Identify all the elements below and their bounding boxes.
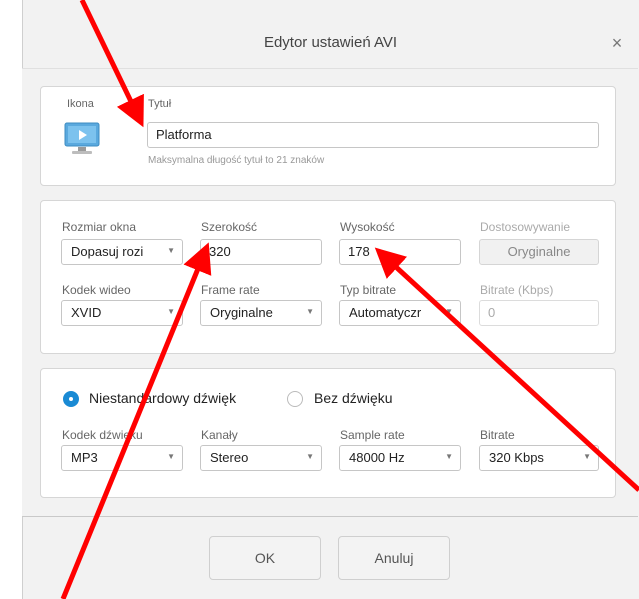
height-input[interactable]: 178	[339, 239, 461, 265]
video-codec-label: Kodek wideo	[62, 283, 131, 297]
framerate-value: Oryginalne	[210, 305, 273, 320]
chevron-down-icon: ▼	[167, 246, 175, 255]
video-bitrate-label: Bitrate (Kbps)	[480, 283, 554, 297]
width-input[interactable]: 320	[200, 239, 322, 265]
audio-codec-value: MP3	[71, 450, 98, 465]
chevron-down-icon: ▼	[306, 452, 314, 461]
title-label: Tytuł	[148, 98, 172, 110]
audio-bitrate-value: 320 Kbps	[489, 450, 544, 465]
ok-button[interactable]: OK	[209, 536, 321, 580]
original-size-button[interactable]: Oryginalne	[479, 239, 599, 265]
width-label: Szerokość	[201, 220, 258, 234]
title-input[interactable]: Platforma	[147, 122, 599, 148]
audio-codec-select[interactable]: MP3 ▼	[61, 445, 183, 471]
adjust-label: Dostosowywanie	[480, 220, 571, 234]
sample-rate-value: 48000 Hz	[349, 450, 405, 465]
audio-bitrate-select[interactable]: 320 Kbps ▼	[479, 445, 599, 471]
window-size-select[interactable]: Dopasuj rozi ▼	[61, 239, 183, 265]
framerate-label: Frame rate	[201, 283, 260, 297]
bitrate-type-select[interactable]: Automatyczr ▼	[339, 300, 461, 326]
chevron-down-icon: ▼	[167, 307, 175, 316]
sample-rate-label: Sample rate	[340, 428, 405, 442]
video-codec-value: XVID	[71, 305, 102, 320]
icon-label: Ikona	[67, 98, 94, 110]
cancel-button[interactable]: Anuluj	[338, 536, 450, 580]
video-codec-select[interactable]: XVID ▼	[61, 300, 183, 326]
chevron-down-icon: ▼	[583, 452, 591, 461]
chevron-down-icon: ▼	[167, 452, 175, 461]
audio-codec-label: Kodek dźwięku	[62, 428, 143, 442]
chevron-down-icon: ▼	[445, 452, 453, 461]
channels-select[interactable]: Stereo ▼	[200, 445, 322, 471]
video-bitrate-input[interactable]: 0	[479, 300, 599, 326]
framerate-select[interactable]: Oryginalne ▼	[200, 300, 322, 326]
audio-bitrate-label: Bitrate	[480, 428, 515, 442]
channels-label: Kanały	[201, 428, 238, 442]
radio-custom-audio[interactable]	[63, 391, 79, 407]
radio-no-audio-label[interactable]: Bez dźwięku	[314, 390, 393, 406]
radio-no-audio[interactable]	[287, 391, 303, 407]
window-size-value: Dopasuj rozi	[71, 244, 144, 259]
monitor-play-icon[interactable]	[63, 120, 101, 158]
chevron-down-icon: ▼	[445, 307, 453, 316]
bitrate-type-label: Typ bitrate	[340, 283, 397, 297]
radio-custom-audio-label[interactable]: Niestandardowy dźwięk	[89, 390, 236, 406]
window-size-label: Rozmiar okna	[62, 220, 137, 234]
dialog-title: Edytor ustawień AVI	[263, 34, 398, 51]
close-button[interactable]: ×	[606, 32, 628, 54]
sample-rate-select[interactable]: 48000 Hz ▼	[339, 445, 461, 471]
title-hint: Maksymalna długość tytuł to 21 znaków	[148, 155, 325, 166]
channels-value: Stereo	[210, 450, 249, 465]
chevron-down-icon: ▼	[306, 307, 314, 316]
bitrate-type-value: Automatyczr	[349, 305, 422, 320]
height-label: Wysokość	[340, 220, 395, 234]
